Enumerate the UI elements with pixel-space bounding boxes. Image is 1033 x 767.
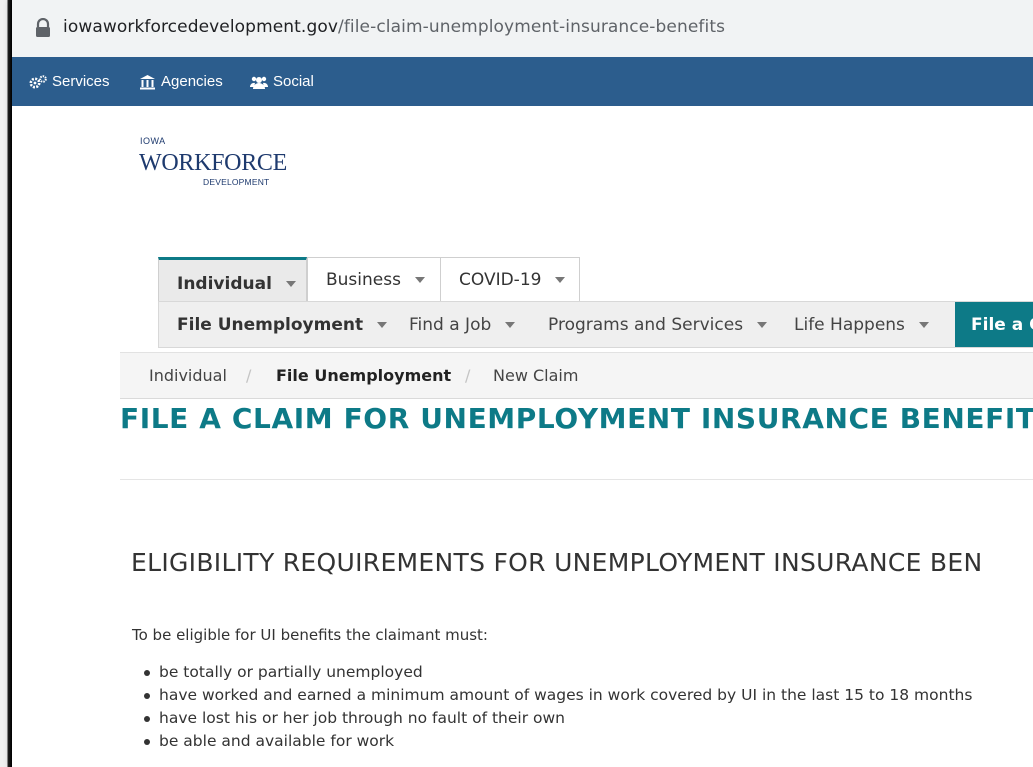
- section-title: ELIGIBILITY REQUIREMENTS FOR UNEMPLOYMEN…: [131, 548, 983, 577]
- subnav-life-happens[interactable]: Life Happens: [794, 302, 929, 347]
- requirements-list: be totally or partially unemployed have …: [139, 661, 972, 753]
- list-item: be totally or partially unemployed: [139, 661, 972, 684]
- list-item: be able and available for work: [139, 730, 972, 753]
- address-bar[interactable]: iowaworkforcedevelopment.gov/file-claim-…: [12, 0, 1033, 58]
- logo-iowa-text: IOWA: [140, 136, 166, 146]
- breadcrumb: Individual / File Unemployment / New Cla…: [120, 352, 1033, 399]
- list-item: have worked and earned a minimum amount …: [139, 684, 972, 707]
- subnav-file-unemployment[interactable]: File Unemployment: [177, 302, 388, 347]
- tab-business-label: Business: [326, 269, 401, 290]
- gears-icon: [29, 74, 47, 88]
- breadcrumb-file-unemployment[interactable]: File Unemployment: [276, 366, 451, 385]
- chevron-down-icon: [285, 280, 296, 287]
- chevron-down-icon: [414, 276, 425, 283]
- breadcrumb-separator: /: [465, 366, 471, 385]
- tab-business[interactable]: Business: [307, 257, 441, 301]
- social-label: Social: [273, 73, 314, 90]
- services-link[interactable]: Services: [29, 73, 110, 90]
- url-domain: iowaworkforcedevelopment.gov: [63, 17, 338, 37]
- logo-development-text: DEVELOPMENT: [203, 177, 270, 187]
- users-icon: [250, 76, 268, 89]
- chevron-down-icon: [918, 321, 929, 328]
- url-path: /file-claim-unemployment-insurance-benef…: [338, 17, 726, 37]
- browser-window: iowaworkforcedevelopment.gov/file-claim-…: [12, 0, 1033, 767]
- subnav-programs-services[interactable]: Programs and Services: [548, 302, 768, 347]
- agencies-link[interactable]: Agencies: [139, 73, 223, 90]
- eligibility-intro: To be eligible for UI benefits the claim…: [132, 626, 488, 644]
- breadcrumb-new-claim: New Claim: [493, 366, 579, 385]
- tab-covid-label: COVID-19: [459, 269, 542, 290]
- logo-workforce-text: WORKFORCE: [139, 150, 287, 176]
- breadcrumb-individual[interactable]: Individual: [149, 366, 227, 385]
- file-a-claim-button[interactable]: File a Cla: [955, 302, 1033, 347]
- tab-covid[interactable]: COVID-19: [440, 257, 580, 301]
- divider: [120, 479, 1033, 480]
- subnav-find-a-job[interactable]: Find a Job: [409, 302, 516, 347]
- building-icon: [140, 74, 155, 89]
- agencies-label: Agencies: [161, 73, 223, 90]
- subnav-file-unemployment-label: File Unemployment: [177, 314, 364, 335]
- services-label: Services: [52, 73, 110, 90]
- subnav-programs-services-label: Programs and Services: [548, 314, 744, 335]
- chevron-down-icon: [757, 321, 768, 328]
- breadcrumb-separator: /: [246, 366, 252, 385]
- chevron-down-icon: [505, 321, 516, 328]
- gov-top-bar: Services Agencies Social: [12, 57, 1033, 106]
- subnav-life-happens-label: Life Happens: [794, 314, 905, 335]
- desktop-edge: [0, 0, 12, 767]
- list-item: have lost his or her job through no faul…: [139, 707, 972, 730]
- tab-individual-label: Individual: [177, 273, 272, 294]
- page-title: FILE A CLAIM FOR UNEMPLOYMENT INSURANCE …: [120, 402, 1033, 435]
- chevron-down-icon: [377, 321, 388, 328]
- social-link[interactable]: Social: [250, 73, 314, 90]
- subnav-find-a-job-label: Find a Job: [409, 314, 492, 335]
- sub-navigation: File Unemployment Find a Job Programs an…: [158, 301, 1033, 348]
- tab-individual[interactable]: Individual: [158, 257, 307, 301]
- url-text[interactable]: iowaworkforcedevelopment.gov/file-claim-…: [63, 17, 725, 37]
- chevron-down-icon: [555, 276, 566, 283]
- lock-icon: [36, 18, 50, 37]
